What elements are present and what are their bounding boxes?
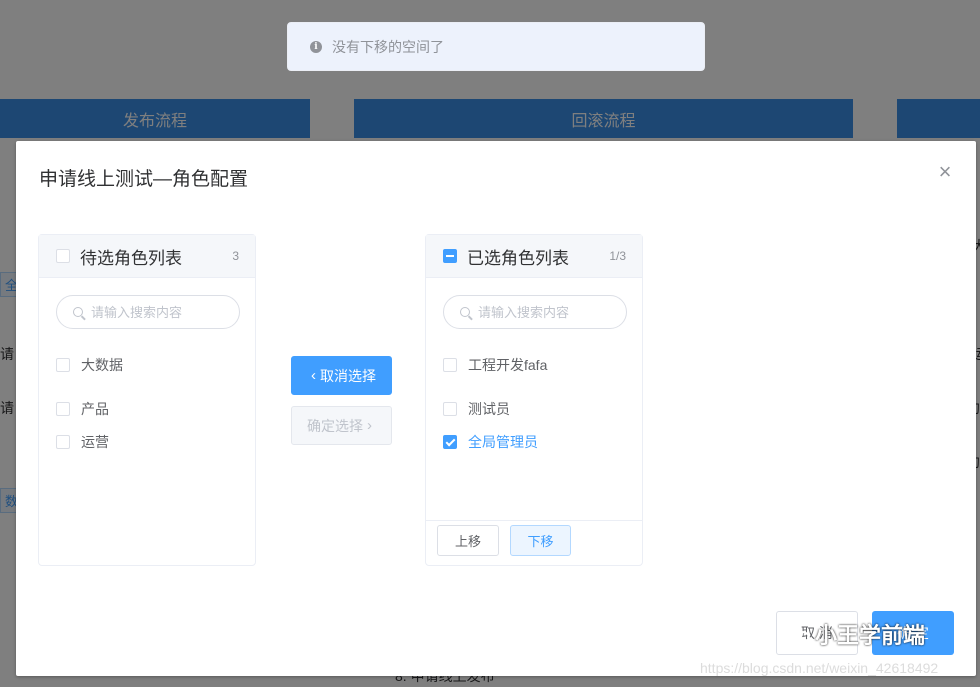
panel-header: 待选角色列表 3: [39, 235, 255, 278]
list-item[interactable]: 产品: [56, 399, 109, 419]
list-item[interactable]: 大数据: [56, 355, 123, 375]
move-up-button[interactable]: 上移: [437, 525, 499, 556]
item-checkbox[interactable]: [443, 402, 457, 416]
item-checkbox[interactable]: [56, 358, 70, 372]
item-checkbox[interactable]: [56, 402, 70, 416]
info-icon: i: [310, 40, 322, 53]
item-checkbox[interactable]: [443, 358, 457, 372]
select-all-checkbox[interactable]: [56, 249, 70, 263]
confirm-select-label: 确定选择: [307, 417, 363, 434]
toast-message: 没有下移的空间了: [332, 38, 444, 55]
panel-title: 已选角色列表: [467, 248, 569, 268]
candidate-roles-panel: 待选角色列表 3 大数据 产品 运营: [38, 234, 256, 566]
wechat-icon: [785, 624, 811, 645]
search-icon: [73, 307, 83, 317]
list-item[interactable]: 测试员: [443, 399, 510, 419]
list-item[interactable]: 工程开发fafa: [443, 355, 547, 375]
selected-roles-panel: 已选角色列表 1/3 工程开发fafa 测试员 全局管理员 上移 下移: [425, 234, 643, 566]
item-label: 大数据: [81, 357, 123, 373]
item-label: 工程开发fafa: [468, 357, 548, 373]
item-checkbox[interactable]: [443, 435, 457, 449]
message-toast: i 没有下移的空间了: [287, 22, 705, 71]
move-down-button[interactable]: 下移: [510, 525, 571, 556]
item-label: 产品: [81, 401, 109, 417]
cancel-select-label: 取消选择: [320, 367, 376, 384]
item-checkbox[interactable]: [56, 435, 70, 449]
panel-header: 已选角色列表 1/3: [426, 235, 642, 278]
search-input[interactable]: [89, 303, 233, 321]
watermark: 小王学前端: [785, 618, 925, 650]
item-label: 运营: [81, 434, 109, 450]
search-field[interactable]: [56, 295, 240, 329]
confirm-select-button[interactable]: 确定选择 ›: [291, 406, 392, 445]
csdn-url-watermark: https://blog.csdn.net/weixin_42618492: [700, 660, 939, 676]
list-item[interactable]: 全局管理员: [443, 432, 538, 452]
item-label: 全局管理员: [468, 434, 538, 450]
cancel-select-button[interactable]: ‹ 取消选择: [291, 356, 392, 395]
close-icon[interactable]: ×: [936, 161, 954, 183]
panel-count: 3: [232, 249, 239, 263]
search-icon: [460, 307, 470, 317]
chevron-left-icon: ‹: [311, 367, 316, 384]
list-item[interactable]: 运营: [56, 432, 109, 452]
watermark-name: 小王学前端: [815, 623, 926, 648]
search-field[interactable]: [443, 295, 627, 329]
chevron-right-icon: ›: [367, 417, 372, 434]
panel-footer: 上移 下移: [426, 520, 642, 565]
panel-title: 待选角色列表: [80, 248, 182, 268]
panel-count: 1/3: [609, 249, 626, 263]
item-label: 测试员: [468, 401, 510, 417]
select-all-checkbox[interactable]: [443, 249, 457, 263]
search-input[interactable]: [476, 303, 620, 321]
role-config-dialog: 申请线上测试—角色配置 × 待选角色列表 3 大数据 产品 运营 ‹ 取消选择 …: [16, 141, 976, 676]
dialog-title: 申请线上测试—角色配置: [39, 169, 249, 190]
